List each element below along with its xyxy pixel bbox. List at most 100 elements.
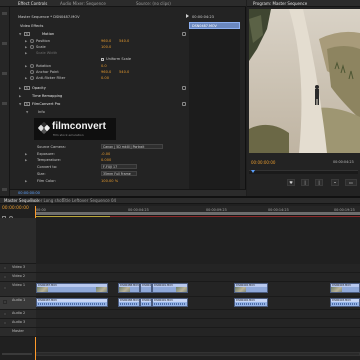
expand-scale-icon[interactable]: ▶ xyxy=(25,45,27,49)
expand-antiflicker-icon[interactable]: ▶ xyxy=(25,76,27,80)
exposure-value[interactable]: -0.00 xyxy=(101,152,110,156)
stopwatch-icon[interactable] xyxy=(30,64,34,68)
uniform-scale-checkbox[interactable] xyxy=(101,58,104,61)
video-clip[interactable]: DSN0493.MOV xyxy=(330,283,360,293)
video-clip[interactable]: DSN0487.MOV xyxy=(36,283,108,293)
temperature-value[interactable]: 0.000 xyxy=(101,158,111,162)
temperature-label: Temperature: xyxy=(37,158,61,162)
play-button[interactable]: | xyxy=(315,179,323,186)
expand-opacity-icon[interactable]: ▶ xyxy=(19,86,21,90)
tool-icon[interactable] xyxy=(2,12,7,15)
tool-icon[interactable] xyxy=(2,188,7,191)
video-clip[interactable]: DSN0490.MOV [V] xyxy=(140,283,152,293)
reset-opacity-icon[interactable] xyxy=(182,86,186,90)
antiflicker-label: Anti-flicker Filter xyxy=(36,76,66,80)
stopwatch-icon[interactable] xyxy=(30,45,34,49)
tab-effect-controls[interactable]: Effect Controls xyxy=(18,1,47,6)
program-video-frame[interactable] xyxy=(249,9,360,153)
stopwatch-icon[interactable] xyxy=(30,70,34,74)
tab-audio-mixer[interactable]: Audio Mixer: Sequence xyxy=(60,1,106,6)
track-mute-icon[interactable] xyxy=(3,321,7,325)
position-label: Position xyxy=(36,39,50,43)
mark-in-button[interactable]: ♥ xyxy=(287,179,295,186)
anchor-x-value[interactable]: 960.0 xyxy=(101,70,111,74)
step-back-button[interactable]: | xyxy=(301,179,309,186)
track-name-audio1: Audio 1 xyxy=(12,298,26,302)
audio-clip-name: DSN0490.MOV [A] xyxy=(141,299,151,302)
rotation-value[interactable]: 0.0 xyxy=(101,64,107,68)
tab-program[interactable]: Program: Master Sequence xyxy=(253,1,307,6)
video-clip[interactable]: DSN0492.MOV xyxy=(234,283,268,293)
track-header-master[interactable]: Master xyxy=(0,328,36,337)
mini-timeline-clip[interactable]: DSN0487.MOV xyxy=(189,22,240,29)
track-name-video3: Video 3 xyxy=(12,265,26,269)
position-x-value[interactable]: 960.0 xyxy=(101,39,111,43)
program-video-image xyxy=(249,9,360,153)
program-timecode[interactable]: 00:00:00:00 xyxy=(251,160,275,165)
stopwatch-icon[interactable] xyxy=(30,39,34,43)
filmconvert-logo: filmconvert film stock emulation xyxy=(34,118,116,140)
antiflicker-value[interactable]: 0.00 xyxy=(101,76,109,80)
audio-clip[interactable]: DSN0491.MOV xyxy=(152,298,188,307)
header-arrow-icon[interactable] xyxy=(186,14,189,18)
scale-value[interactable]: 100.0 xyxy=(101,45,111,49)
audio-clip[interactable]: DSN0492.MOV xyxy=(234,298,268,307)
tool-icon[interactable] xyxy=(2,42,7,45)
video-clip[interactable]: DSN0488.MOV xyxy=(118,283,140,293)
reset-filmconvert-icon[interactable] xyxy=(182,102,186,106)
position-y-value[interactable]: 540.0 xyxy=(119,39,129,43)
convert-to-label: Convert to: xyxy=(37,165,58,169)
program-playhead[interactable] xyxy=(251,170,255,173)
step-forward-button[interactable]: ⎯ xyxy=(331,179,339,186)
export-frame-button[interactable]: ▭ xyxy=(345,179,357,186)
program-scrubber[interactable] xyxy=(249,170,358,174)
timeline-scrollbar[interactable] xyxy=(36,352,360,356)
program-tab-bar: Program: Master Sequence xyxy=(247,0,360,7)
timeline-timecode[interactable]: 00:00:00:00 xyxy=(2,206,29,211)
audio-clip[interactable]: DSN0493.MOV xyxy=(330,298,360,307)
anchor-y-value[interactable]: 540.0 xyxy=(119,70,129,74)
source-camera-dropdown[interactable]: Canon | 5D mkIII | Portrait xyxy=(101,144,163,149)
scale-width-label: Scale Width xyxy=(36,51,58,55)
audio-clip[interactable]: DSN0488.MOV xyxy=(118,298,140,307)
tab-title-leftover[interactable]: Title Leftover xyxy=(62,198,88,203)
stopwatch-icon[interactable] xyxy=(30,76,34,80)
track-visibility-icon[interactable] xyxy=(3,275,7,279)
track-mute-icon[interactable] xyxy=(3,300,7,304)
timeline-zoom-slider[interactable] xyxy=(2,353,32,355)
expand-rotation-icon[interactable]: ▶ xyxy=(25,64,27,68)
expand-film-color-icon[interactable]: ▶ xyxy=(25,179,27,183)
expand-info-icon[interactable]: ▼ xyxy=(26,110,28,114)
tool-icon[interactable] xyxy=(2,102,7,105)
tab-trailer-long-shot[interactable]: Trailer Long shot xyxy=(30,198,63,203)
effect-controls-timecode: 00:00:00:00 xyxy=(18,191,40,195)
filmconvert-logo-subtext: film stock emulation xyxy=(53,133,84,137)
audio-clip-name: DSN0492.MOV xyxy=(235,299,267,302)
mini-timeline-clip-name: DSN0487.MOV xyxy=(192,24,217,28)
clip-thumbnail xyxy=(235,287,246,292)
video-clip[interactable]: DSN0491.MOV xyxy=(152,283,188,293)
audio-clip-name: DSN0487.MOV xyxy=(37,299,107,302)
tool-icon[interactable] xyxy=(2,72,7,75)
film-color-value[interactable]: 100.00 % xyxy=(101,179,118,183)
info-label: Info xyxy=(38,110,45,114)
convert-to-dropdown[interactable]: F-FUJI 17 xyxy=(101,164,137,169)
expand-motion-icon[interactable]: ▼ xyxy=(19,32,21,36)
expand-exposure-icon[interactable]: ▶ xyxy=(25,152,27,156)
expand-position-icon[interactable]: ▶ xyxy=(25,39,27,43)
work-area-bar[interactable] xyxy=(36,212,360,215)
expand-temperature-icon[interactable]: ▶ xyxy=(25,158,27,162)
expand-time-remap-icon[interactable]: ▶ xyxy=(19,94,21,98)
audio-waveform xyxy=(332,303,358,305)
audio-clip[interactable]: DSN0490.MOV [A] xyxy=(140,298,152,307)
track-mute-icon[interactable] xyxy=(3,312,7,316)
audio-clip[interactable]: DSN0487.MOV xyxy=(36,298,108,307)
track-visibility-icon[interactable] xyxy=(3,286,7,290)
size-dropdown[interactable]: 35mm Full Frame xyxy=(101,171,137,176)
tab-source[interactable]: Source: (no clips) xyxy=(136,1,171,6)
reset-motion-icon[interactable] xyxy=(182,32,186,36)
track-visibility-icon[interactable] xyxy=(3,266,7,270)
expand-scale-width-icon[interactable]: ▶ xyxy=(25,51,27,55)
tab-sequence-04[interactable]: Sequence 04 xyxy=(90,198,116,203)
expand-filmconvert-icon[interactable]: ▼ xyxy=(19,102,21,106)
